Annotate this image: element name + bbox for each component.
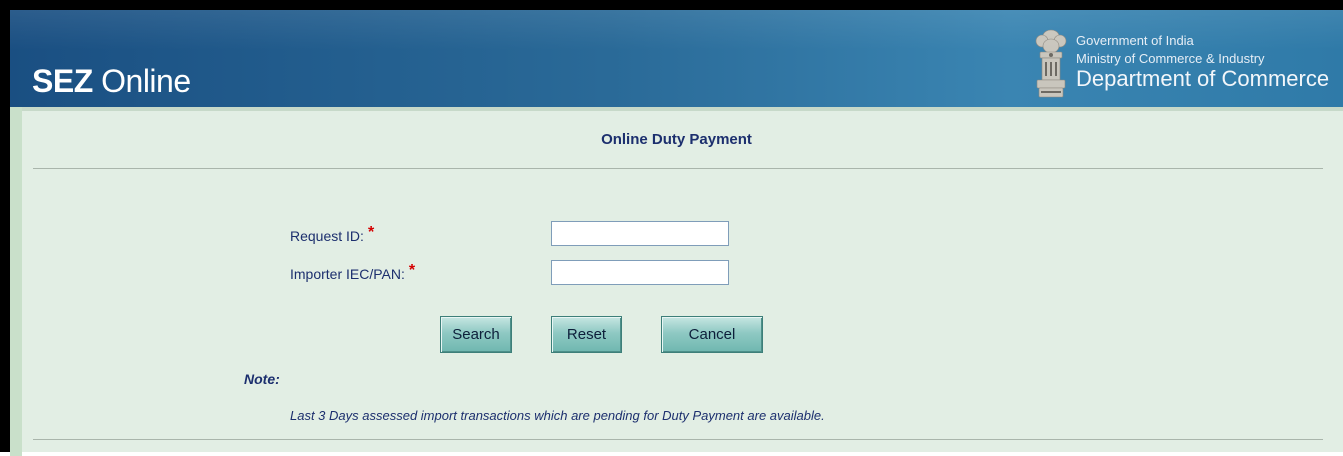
request-id-input[interactable]: [551, 221, 729, 246]
note-text: Last 3 Days assessed import transactions…: [290, 408, 825, 423]
bottom-divider: [33, 439, 1323, 440]
importer-iec-pan-input[interactable]: [551, 260, 729, 285]
required-marker: *: [367, 224, 375, 241]
reset-button[interactable]: Reset: [551, 316, 622, 353]
importer-iec-pan-label-text: Importer IEC/PAN:: [290, 266, 405, 282]
page-title: Online Duty Payment: [601, 131, 752, 148]
gov-line-ministry: Ministry of Commerce & Industry: [1076, 51, 1265, 66]
request-id-label: Request ID: *: [290, 224, 374, 246]
top-divider: [33, 168, 1323, 169]
required-marker: *: [408, 262, 416, 279]
request-id-label-text: Request ID:: [290, 228, 364, 244]
site-header: SEZ Online Government of India Ministry …: [10, 10, 1343, 107]
app-title-rest: Online: [92, 63, 191, 99]
app-title: SEZ Online: [32, 63, 191, 99]
cancel-button[interactable]: Cancel: [661, 316, 763, 353]
main-content: Online Duty Payment Request ID: * Importe…: [10, 107, 1343, 456]
gov-line-department: Department of Commerce: [1076, 66, 1330, 91]
gov-line-country: Government of India: [1076, 33, 1194, 48]
search-button[interactable]: Search: [440, 316, 512, 353]
national-emblem-icon: [1035, 29, 1067, 98]
importer-iec-pan-label: Importer IEC/PAN: *: [290, 262, 415, 284]
app-title-bold: SEZ: [32, 63, 93, 99]
note-label: Note:: [244, 371, 280, 387]
